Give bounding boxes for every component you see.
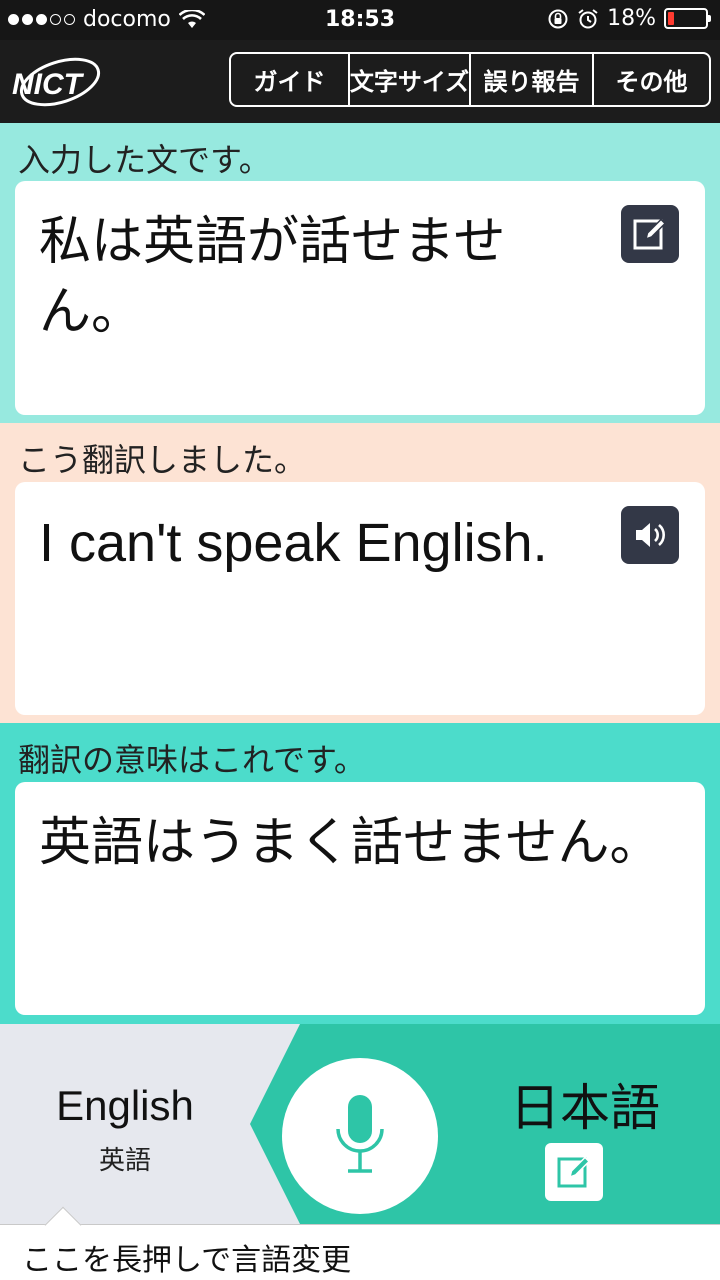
font-size-button[interactable]: 文字サイズ — [350, 54, 471, 105]
status-right: 18% — [547, 6, 711, 31]
translation-panel: こう翻訳しました。 I can't speak English. — [0, 423, 720, 723]
guide-button[interactable]: ガイド — [231, 54, 350, 105]
play-translation-button[interactable] — [621, 506, 679, 564]
translation-label: こう翻訳しました。 — [18, 441, 307, 479]
input-card: 私は英語が話せません。 — [15, 181, 705, 415]
edit-input-button[interactable] — [621, 205, 679, 263]
alarm-icon — [578, 8, 598, 28]
edit-icon — [557, 1156, 591, 1188]
source-language-toggle[interactable]: English 英語 — [0, 1024, 250, 1224]
nict-logo: NICT — [12, 57, 101, 107]
speaker-icon — [636, 523, 665, 547]
edit-target-button[interactable] — [545, 1143, 603, 1201]
battery-icon — [664, 8, 711, 29]
input-text: 私は英語が話せません。 — [39, 212, 506, 342]
translation-text: I can't speak English. — [39, 513, 548, 573]
input-label: 入力した文です。 — [18, 141, 271, 179]
back-translation-label: 翻訳の意味はこれです。 — [18, 741, 366, 779]
app-header: NICT ガイド 文字サイズ 誤り報告 その他 — [0, 40, 720, 123]
language-bar: English 英語 日本語 — [0, 1024, 720, 1224]
battery-level — [668, 12, 674, 25]
header-nav: ガイド 文字サイズ 誤り報告 その他 — [229, 52, 711, 107]
edit-icon — [633, 218, 667, 250]
back-translation-panel: 翻訳の意味はこれです。 英語はうまく話せません。 — [0, 723, 720, 1024]
error-report-button[interactable]: 誤り報告 — [471, 54, 594, 105]
microphone-icon — [336, 1095, 384, 1173]
source-language-name: English — [56, 1082, 194, 1129]
input-panel: 入力した文です。 私は英語が話せません。 — [0, 123, 720, 423]
other-menu-button[interactable]: その他 — [594, 54, 709, 105]
microphone-button[interactable] — [282, 1058, 438, 1214]
logo-text: NICT — [12, 68, 85, 101]
orientation-lock-icon — [548, 9, 568, 28]
hint-bar: ここを長押しで言語変更 — [0, 1206, 720, 1280]
target-language-name[interactable]: 日本語 — [470, 1068, 700, 1140]
source-language-sub: 英語 — [98, 1146, 151, 1176]
hint-text: ここを長押しで言語変更 — [22, 1243, 352, 1278]
battery-percent: 18% — [607, 6, 656, 31]
back-translation-text: 英語はうまく話せません。 — [39, 813, 662, 873]
back-translation-card: 英語はうまく話せません。 — [15, 782, 705, 1015]
status-bar: docomo 18:53 18% — [0, 0, 720, 40]
translation-card: I can't speak English. — [15, 482, 705, 715]
